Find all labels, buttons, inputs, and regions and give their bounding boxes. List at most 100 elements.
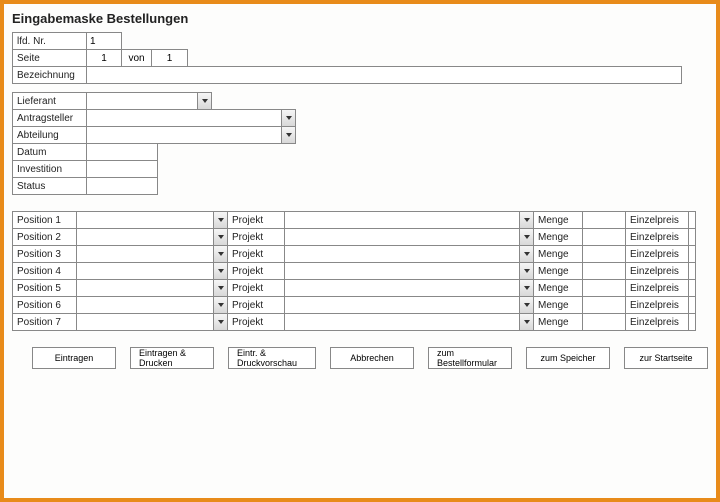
status-label: Status [12, 177, 86, 195]
menge-field[interactable] [582, 296, 626, 314]
projekt-label: Projekt [228, 296, 284, 314]
zur-startseite-button[interactable]: zur Startseite [624, 347, 708, 369]
einzelpreis-label: Einzelpreis [626, 211, 688, 229]
zum-bestellformular-button[interactable]: zum Bestellformular [428, 347, 512, 369]
position-row: Position 7ProjektMengeEinzelpreis [12, 313, 708, 331]
projekt-combo[interactable] [284, 313, 534, 331]
einzelpreis-field[interactable] [688, 262, 696, 280]
position-label: Position 2 [12, 228, 76, 246]
position-row: Position 1 Projekt Menge Einzelpreis [12, 211, 708, 229]
bezeichnung-field[interactable] [86, 66, 682, 84]
chevron-down-icon [281, 127, 295, 143]
antragsteller-combo[interactable] [86, 109, 296, 127]
chevron-down-icon [519, 297, 533, 313]
order-entry-form: Eingabemaske Bestellungen lfd. Nr. 1 Sei… [0, 0, 720, 502]
projekt-combo[interactable] [284, 245, 534, 263]
menge-field[interactable] [582, 313, 626, 331]
chevron-down-icon [519, 229, 533, 245]
einzelpreis-label: Einzelpreis [626, 228, 688, 246]
datum-field[interactable] [86, 143, 158, 161]
abteilung-label: Abteilung [12, 126, 86, 144]
zum-speicher-button[interactable]: zum Speicher [526, 347, 610, 369]
projekt-combo[interactable] [284, 279, 534, 297]
einzelpreis-label: Einzelpreis [626, 245, 688, 263]
position-combo[interactable] [76, 211, 228, 229]
chevron-down-icon [213, 297, 227, 313]
projekt-label: Projekt [228, 211, 284, 229]
lfd-nr-label: lfd. Nr. [12, 32, 86, 50]
menge-label: Menge [534, 211, 582, 229]
projekt-combo[interactable] [284, 211, 534, 229]
lfd-nr-field[interactable]: 1 [86, 32, 122, 50]
status-field[interactable] [86, 177, 158, 195]
position-row: Position 6 Projekt Menge Einzelpreis [12, 296, 708, 314]
einzelpreis-label: Einzelpreis [626, 262, 688, 280]
eintr-druckvorschau-button[interactable]: Eintr. & Druckvorschau [228, 347, 316, 369]
chevron-down-icon [213, 212, 227, 228]
projekt-combo[interactable] [284, 262, 534, 280]
seite-label: Seite [12, 49, 86, 67]
menge-label: Menge [534, 279, 582, 297]
position-combo[interactable] [76, 313, 228, 331]
position-combo[interactable] [76, 228, 228, 246]
position-row: Position 2ProjektMengeEinzelpreis [12, 228, 708, 246]
eintragen-button[interactable]: Eintragen [32, 347, 116, 369]
menge-field[interactable] [582, 228, 626, 246]
position-combo[interactable] [76, 296, 228, 314]
chevron-down-icon [197, 93, 211, 109]
position-label: Position 1 [12, 211, 76, 229]
projekt-combo[interactable] [284, 228, 534, 246]
lieferant-combo[interactable] [86, 92, 212, 110]
chevron-down-icon [519, 246, 533, 262]
einzelpreis-field[interactable] [688, 313, 696, 331]
position-label: Position 3 [12, 245, 76, 263]
abteilung-combo[interactable] [86, 126, 296, 144]
positions-grid: Position 1ProjektMengeEinzelpreisPositio… [12, 211, 708, 331]
einzelpreis-field[interactable] [688, 296, 696, 314]
position-combo[interactable] [76, 245, 228, 263]
chevron-down-icon [213, 280, 227, 296]
button-bar: Eintragen Eintragen & Drucken Eintr. & D… [12, 347, 708, 369]
einzelpreis-label: Einzelpreis [626, 296, 688, 314]
projekt-combo[interactable] [284, 296, 534, 314]
projekt-label: Projekt [228, 228, 284, 246]
position-row: Position 3ProjektMengeEinzelpreis [12, 245, 708, 263]
menge-label: Menge [534, 245, 582, 263]
projekt-label: Projekt [228, 262, 284, 280]
seite-von-label: von [122, 49, 152, 67]
chevron-down-icon [519, 212, 533, 228]
einzelpreis-field[interactable] [688, 279, 696, 297]
chevron-down-icon [213, 246, 227, 262]
menge-field[interactable] [582, 262, 626, 280]
projekt-label: Projekt [228, 279, 284, 297]
menge-label: Menge [534, 296, 582, 314]
abbrechen-button[interactable]: Abbrechen [330, 347, 414, 369]
position-label: Position 4 [12, 262, 76, 280]
page-title: Eingabemaske Bestellungen [12, 11, 708, 26]
investition-label: Investition [12, 160, 86, 178]
position-label: Position 7 [12, 313, 76, 331]
eintragen-drucken-button[interactable]: Eintragen & Drucken [130, 347, 214, 369]
lieferant-label: Lieferant [12, 92, 86, 110]
einzelpreis-field[interactable] [688, 245, 696, 263]
menge-field[interactable] [582, 279, 626, 297]
position-combo[interactable] [76, 279, 228, 297]
chevron-down-icon [213, 314, 227, 330]
position-row: Position 5 Projekt Menge Einzelpreis [12, 279, 708, 297]
einzelpreis-label: Einzelpreis [626, 279, 688, 297]
projekt-label: Projekt [228, 313, 284, 331]
chevron-down-icon [519, 314, 533, 330]
investition-field[interactable] [86, 160, 158, 178]
position-combo[interactable] [76, 262, 228, 280]
menge-field[interactable] [582, 211, 626, 229]
menge-field[interactable] [582, 245, 626, 263]
position-row: Position 4 Projekt Menge Einzelpreis [12, 262, 708, 280]
menge-label: Menge [534, 262, 582, 280]
position-label: Position 6 [12, 296, 76, 314]
position-label: Position 5 [12, 279, 76, 297]
datum-label: Datum [12, 143, 86, 161]
menge-label: Menge [534, 313, 582, 331]
einzelpreis-field[interactable] [688, 211, 696, 229]
einzelpreis-field[interactable] [688, 228, 696, 246]
antragsteller-label: Antragsteller [12, 109, 86, 127]
